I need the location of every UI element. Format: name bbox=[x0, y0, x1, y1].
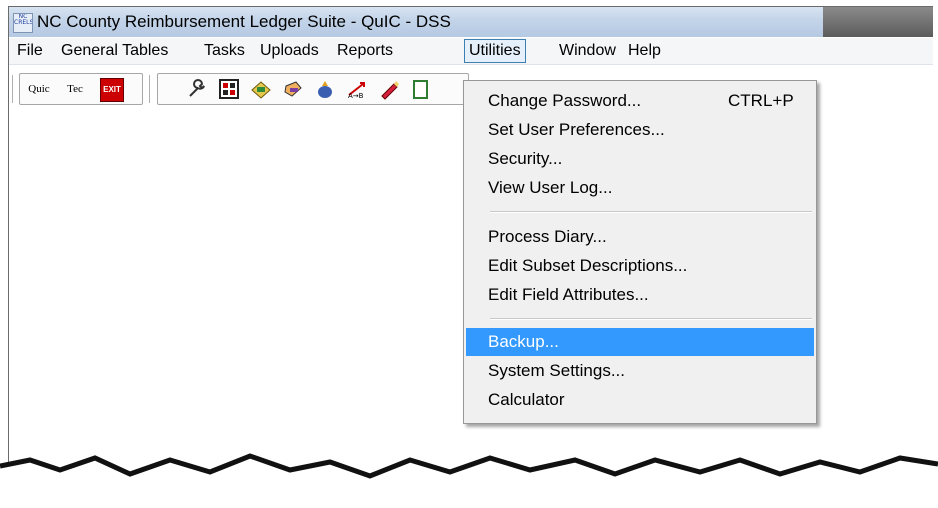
menu-item-edit-subset-descriptions[interactable]: Edit Subset Descriptions... bbox=[466, 252, 814, 280]
menu-tasks[interactable]: Tasks bbox=[200, 41, 249, 61]
menu-separator bbox=[490, 211, 812, 213]
menu-uploads[interactable]: Uploads bbox=[256, 41, 323, 61]
menu-item-edit-field-attributes[interactable]: Edit Field Attributes... bbox=[466, 281, 814, 309]
menu-separator bbox=[490, 318, 812, 320]
toolbar-grip[interactable] bbox=[12, 75, 16, 103]
menu-item-label: Edit Field Attributes... bbox=[488, 285, 649, 304]
utilities-menu-dropdown: Change Password... CTRL+P Set User Prefe… bbox=[463, 80, 817, 424]
window-title: NC County Reimbursement Ledger Suite - Q… bbox=[37, 12, 451, 31]
menu-file[interactable]: File bbox=[13, 41, 47, 61]
tec-button[interactable]: Tec bbox=[64, 78, 86, 100]
toolbar-group-tools: A→B bbox=[157, 73, 469, 105]
menu-item-change-password[interactable]: Change Password... CTRL+P bbox=[466, 87, 814, 115]
toolbar-grip[interactable] bbox=[149, 75, 153, 103]
document-icon[interactable] bbox=[410, 78, 432, 100]
menu-item-label: Backup... bbox=[488, 332, 559, 351]
menu-item-label: Change Password... bbox=[488, 91, 642, 110]
exit-button[interactable]: EXIT bbox=[100, 78, 124, 102]
transfer-icon[interactable]: A→B bbox=[346, 78, 368, 100]
menu-item-label: Calculator bbox=[488, 390, 565, 409]
quic-button[interactable]: Quic bbox=[28, 78, 50, 100]
calculator-icon[interactable] bbox=[218, 78, 240, 100]
menu-item-label: Set User Preferences... bbox=[488, 120, 665, 139]
menu-item-set-user-preferences[interactable]: Set User Preferences... bbox=[466, 116, 814, 144]
hand-tool-icon[interactable] bbox=[282, 78, 304, 100]
menu-item-view-user-log[interactable]: View User Log... bbox=[466, 174, 814, 202]
menu-item-calculator[interactable]: Calculator bbox=[466, 386, 814, 414]
menu-item-label: Edit Subset Descriptions... bbox=[488, 256, 688, 275]
menu-bar: File General Tables Tasks Uploads Report… bbox=[9, 38, 933, 65]
menu-item-backup[interactable]: Backup... bbox=[466, 328, 814, 356]
menu-item-security[interactable]: Security... bbox=[466, 145, 814, 173]
menu-item-process-diary[interactable]: Process Diary... bbox=[466, 223, 814, 251]
svg-text:A→B: A→B bbox=[348, 92, 364, 100]
menu-item-label: Process Diary... bbox=[488, 227, 607, 246]
folder-money-icon[interactable] bbox=[250, 78, 272, 100]
menu-general-tables[interactable]: General Tables bbox=[57, 41, 172, 61]
title-bar[interactable]: NC CRELS NC County Reimbursement Ledger … bbox=[9, 7, 933, 37]
menu-item-shortcut: CTRL+P bbox=[728, 91, 794, 110]
toolbar-group-apps: Quic Tec EXIT bbox=[19, 73, 143, 105]
menu-utilities[interactable]: Utilities bbox=[464, 39, 526, 63]
menu-item-system-settings[interactable]: System Settings... bbox=[466, 357, 814, 385]
app-logo-icon: NC CRELS bbox=[13, 13, 33, 33]
pencil-icon[interactable] bbox=[378, 78, 400, 100]
money-bag-icon[interactable] bbox=[314, 78, 336, 100]
menu-item-label: Security... bbox=[488, 149, 563, 168]
title-bar-controls-area bbox=[823, 7, 933, 37]
menu-item-label: System Settings... bbox=[488, 361, 625, 380]
menu-item-label: View User Log... bbox=[488, 178, 613, 197]
menu-window[interactable]: Window bbox=[555, 41, 620, 61]
menu-reports[interactable]: Reports bbox=[333, 41, 397, 61]
torn-edge-decoration bbox=[0, 453, 938, 508]
menu-help[interactable]: Help bbox=[624, 41, 665, 61]
wrench-icon[interactable] bbox=[186, 78, 208, 100]
